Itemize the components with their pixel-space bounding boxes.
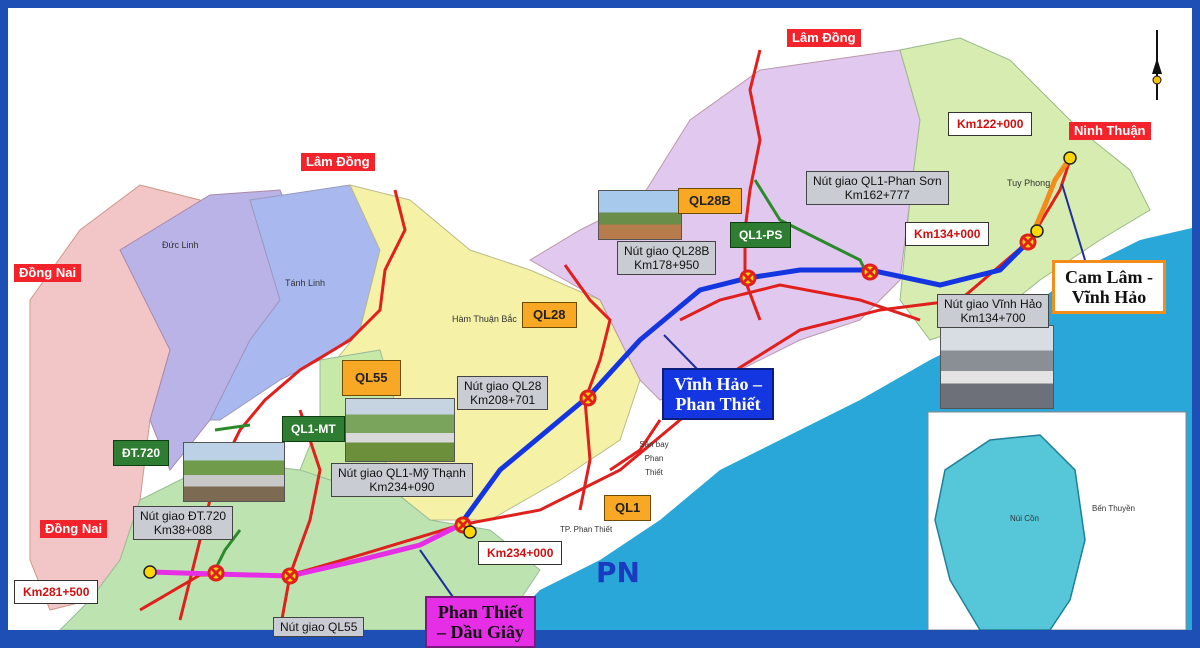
label-nut-phanson: Nút giao QL1-Phan Sơn Km162+777 [806, 171, 949, 205]
label-lamdong-left: Lâm Đồng [301, 153, 375, 171]
place-nui-con: Núi Cồn [1010, 514, 1039, 523]
place-phan-thiet: TP. Phan Thiết [560, 525, 613, 534]
label-dongnai-top: Đồng Nai [14, 264, 82, 282]
place-ham-thuan-bac: Hàm Thuận Bắc [452, 314, 517, 324]
label-nut-ql55: Nút giao QL55 [273, 617, 365, 637]
place-tuy-phong: Tuy Phong [1007, 178, 1051, 188]
photo-vinhhao [940, 325, 1054, 409]
label-lamdong-top: Lâm Đồng [787, 29, 861, 47]
junction-x-icon [1019, 233, 1037, 251]
label-nut-ql28: Nút giao QL28 Km208+701 [457, 376, 549, 410]
label-km281: Km281+500 [14, 580, 99, 604]
callout-camlam-vinhhao: Cam Lâm - Vĩnh Hảo [1052, 260, 1166, 314]
junction-x-icon [579, 389, 597, 407]
label-km234: Km234+000 [478, 541, 563, 565]
label-nut-mythanh: Nút giao QL1-Mỹ Thạnh Km234+090 [331, 463, 473, 497]
callout-phanthiet-daugiay: Phan Thiết – Dầu Giây [425, 596, 537, 648]
junction-x-icon [861, 263, 879, 281]
place-tanh-linh: Tánh Linh [285, 278, 326, 288]
photo-ql28b [598, 190, 682, 240]
place-ben-thuyen: Bến Thuyền [1092, 504, 1135, 513]
label-nut-dt720: Nút giao ĐT.720 Km38+088 [133, 506, 234, 540]
label-ql55: QL55 [342, 360, 401, 396]
place-duc-linh: Đức Linh [162, 240, 199, 250]
label-nut-ql28b: Nút giao QL28B Km178+950 [617, 241, 717, 275]
label-ninhthuan: Ninh Thuận [1069, 122, 1151, 140]
label-ql1-ps: QL1-PS [730, 222, 792, 248]
label-ql1: QL1 [604, 495, 652, 521]
photo-ql1mt [345, 398, 455, 462]
pn-logo: PN [596, 556, 640, 589]
junction-x-icon [739, 269, 757, 287]
junction-x-icon [207, 564, 225, 582]
label-ql28: QL28 [522, 302, 577, 328]
photo-dt720 [183, 442, 285, 502]
label-dongnai-bottom: Đồng Nai [40, 520, 108, 538]
callout-vinhhao-phanthiet: Vĩnh Hảo – Phan Thiết [662, 368, 775, 420]
label-km134: Km134+000 [905, 222, 990, 246]
place-san-bay: Sân bay Phan Thiết [639, 440, 669, 477]
label-dt720: ĐT.720 [113, 440, 170, 466]
label-ql1-mt: QL1-MT [282, 416, 345, 442]
label-ql28b: QL28B [678, 188, 742, 214]
junction-x-icon [281, 567, 299, 585]
label-km122: Km122+000 [948, 112, 1033, 136]
label-nut-vinhhao: Nút giao Vĩnh Hảo Km134+700 [937, 294, 1050, 328]
